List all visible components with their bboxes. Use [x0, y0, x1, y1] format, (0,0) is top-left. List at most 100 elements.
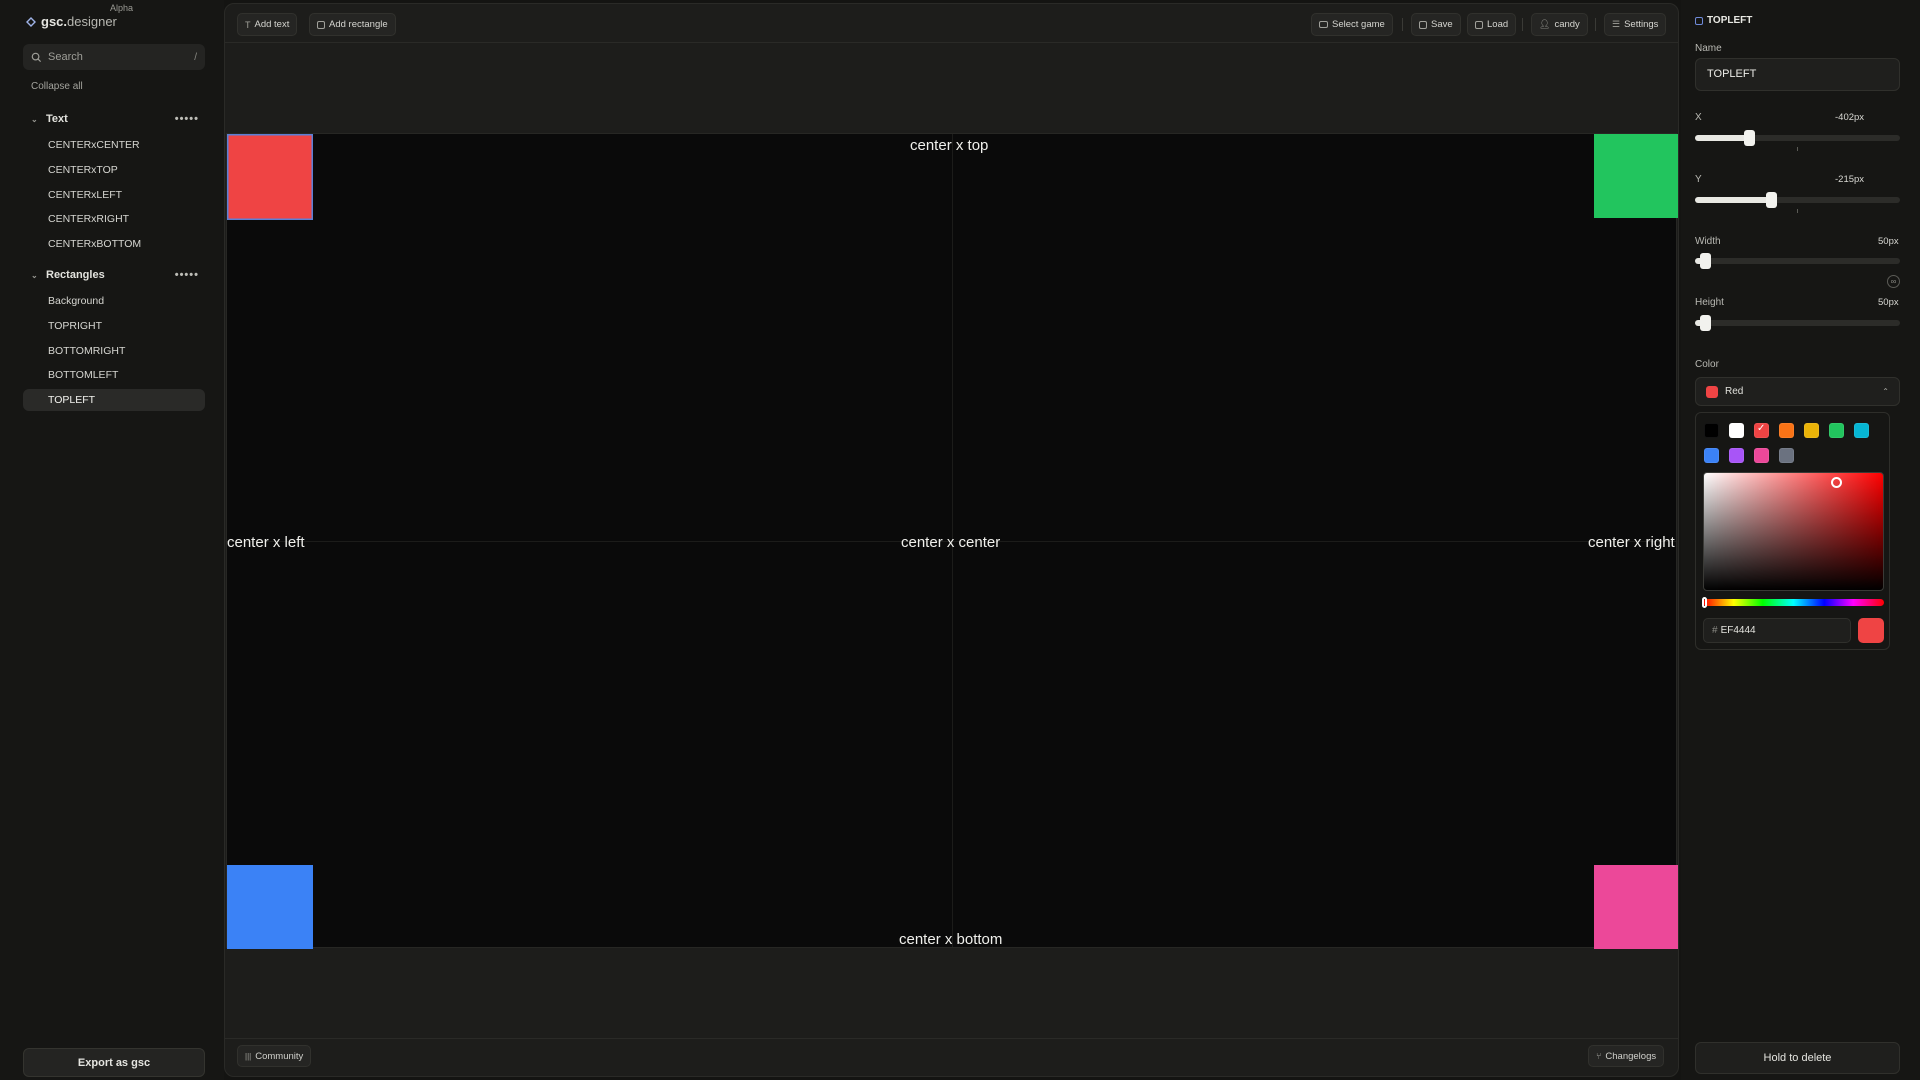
y-value: -215px — [1835, 174, 1865, 185]
rect-topleft[interactable] — [227, 134, 313, 220]
text-center-top[interactable]: center x top — [910, 137, 988, 154]
rectangle-icon — [317, 20, 325, 29]
color-swatch[interactable] — [1779, 448, 1794, 463]
rect-topright[interactable] — [1594, 134, 1678, 218]
y-slider-fill — [1695, 197, 1771, 203]
user-label: candy — [1554, 19, 1580, 30]
color-select[interactable]: Red ⌃ — [1695, 377, 1900, 406]
community-button[interactable]: ||| Community — [237, 1045, 312, 1067]
x-slider-thumb[interactable] — [1744, 130, 1755, 146]
height-slider[interactable] — [1695, 315, 1900, 331]
color-swatch[interactable] — [1729, 448, 1744, 463]
alpha-badge: Alpha — [110, 3, 134, 13]
search-placeholder: Search — [48, 51, 83, 63]
saturation-value-area[interactable] — [1703, 472, 1884, 591]
add-rectangle-button[interactable]: Add rectangle — [309, 13, 396, 36]
name-label: Name — [1695, 43, 1722, 54]
text-center-center[interactable]: center x center — [901, 534, 1000, 551]
user-icon: 👤︎ — [1539, 19, 1551, 29]
text-center-left[interactable]: center x left — [227, 534, 305, 551]
x-slider[interactable] — [1695, 130, 1900, 151]
color-swatch[interactable] — [1704, 423, 1719, 438]
rect-bottomleft[interactable] — [227, 865, 313, 949]
load-label: Load — [1487, 19, 1509, 30]
y-slider-thumb[interactable] — [1766, 192, 1777, 208]
group-menu-icon[interactable]: ••••• — [175, 269, 199, 281]
color-swatch[interactable] — [1754, 448, 1769, 463]
sidebar: Alpha gsc.designer Search / Collapse all… — [0, 0, 224, 1080]
text-center-right[interactable]: center x right — [1588, 534, 1675, 551]
toolbar-divider — [1522, 18, 1523, 31]
color-swatch[interactable] — [1829, 423, 1844, 438]
chevron-up-icon: ⌃ — [1882, 387, 1889, 396]
search-shortcut: / — [194, 51, 197, 63]
saturation-thumb[interactable] — [1831, 477, 1842, 488]
search-icon — [31, 52, 42, 62]
color-swatch[interactable] — [1704, 448, 1719, 463]
layer-item[interactable]: CENTERxTOP — [23, 159, 205, 181]
layer-item[interactable]: CENTERxLEFT — [23, 184, 205, 206]
layer-item-active[interactable]: TOPLEFT — [23, 389, 205, 411]
name-input[interactable]: TOPLEFT — [1695, 58, 1900, 91]
color-swatch[interactable] — [1779, 423, 1794, 438]
hex-preview-swatch — [1858, 618, 1884, 643]
rect-bottomright[interactable] — [1594, 865, 1678, 949]
layer-item[interactable]: TOPRIGHT — [23, 315, 205, 337]
layer-item[interactable]: CENTERxCENTER — [23, 134, 205, 156]
changelogs-button[interactable]: ⑂ Changelogs — [1588, 1045, 1665, 1067]
collapse-all-button[interactable]: Collapse all — [31, 81, 83, 92]
color-swatch[interactable] — [1754, 423, 1769, 438]
properties-panel: TOPLEFT Name TOPLEFT X -402px Y -215px W… — [1681, 0, 1920, 1080]
panel-title-text: TOPLEFT — [1707, 15, 1753, 26]
width-value: 50px — [1878, 236, 1899, 247]
layer-item[interactable]: BOTTOMLEFT — [23, 364, 205, 386]
logo-bold: gsc. — [41, 14, 68, 29]
hue-slider[interactable] — [1702, 597, 1884, 608]
group-label: Text — [46, 113, 68, 125]
settings-button[interactable]: ☰ Settings — [1604, 13, 1667, 36]
color-swatch[interactable] — [1729, 423, 1744, 438]
link-icon[interactable]: ∞ — [1887, 275, 1900, 288]
layer-item[interactable]: CENTERxRIGHT — [23, 208, 205, 230]
changelogs-label: Changelogs — [1605, 1050, 1657, 1062]
hex-input[interactable]: # EF4444 — [1703, 618, 1851, 643]
x-value: -402px — [1835, 112, 1865, 123]
width-slider-thumb[interactable] — [1700, 253, 1711, 269]
hex-value: EF4444 — [1720, 625, 1756, 636]
toolbar-divider — [1595, 18, 1596, 31]
search-input[interactable]: Search / — [23, 44, 205, 70]
group-text[interactable]: ⌄ Text ••••• — [31, 113, 199, 125]
game-canvas[interactable]: center x top center x left center x cent… — [226, 133, 1678, 949]
layer-item[interactable]: BOTTOMRIGHT — [23, 340, 205, 362]
x-slider-center-tick — [1797, 147, 1798, 151]
color-label: Color — [1695, 359, 1719, 370]
hold-to-delete-button[interactable]: Hold to delete — [1695, 1042, 1900, 1074]
text-center-bottom[interactable]: center x bottom — [899, 931, 1002, 948]
chevron-down-icon: ⌄ — [31, 270, 38, 280]
export-button[interactable]: Export as gsc — [23, 1048, 205, 1077]
hue-slider-thumb[interactable] — [1702, 597, 1707, 608]
color-swatch[interactable] — [1854, 423, 1869, 438]
hex-prefix: # — [1712, 625, 1718, 636]
group-menu-icon[interactable]: ••••• — [175, 113, 199, 125]
group-rectangles[interactable]: ⌄ Rectangles ••••• — [31, 269, 199, 281]
footer-divider-line — [225, 1038, 1678, 1039]
height-slider-thumb[interactable] — [1700, 315, 1711, 331]
user-button[interactable]: 👤︎ candy — [1531, 13, 1588, 36]
y-label: Y — [1695, 174, 1702, 185]
folder-icon — [1475, 20, 1483, 29]
add-rectangle-label: Add rectangle — [329, 19, 388, 30]
add-text-label: Add text — [254, 19, 290, 30]
save-button[interactable]: Save — [1411, 13, 1461, 36]
layer-item[interactable]: CENTERxBOTTOM — [23, 233, 205, 255]
layer-item[interactable]: Background — [23, 290, 205, 312]
width-slider[interactable] — [1695, 253, 1900, 269]
color-swatch[interactable] — [1804, 423, 1819, 438]
add-text-button[interactable]: T Add text — [237, 13, 298, 36]
y-slider[interactable] — [1695, 192, 1900, 213]
group-label: Rectangles — [46, 269, 105, 281]
select-game-button[interactable]: Select game — [1311, 13, 1393, 36]
community-icon: ||| — [245, 1051, 252, 1061]
load-button[interactable]: Load — [1467, 13, 1517, 36]
workspace: T Add text Add rectangle Select game Sav… — [224, 3, 1679, 1077]
